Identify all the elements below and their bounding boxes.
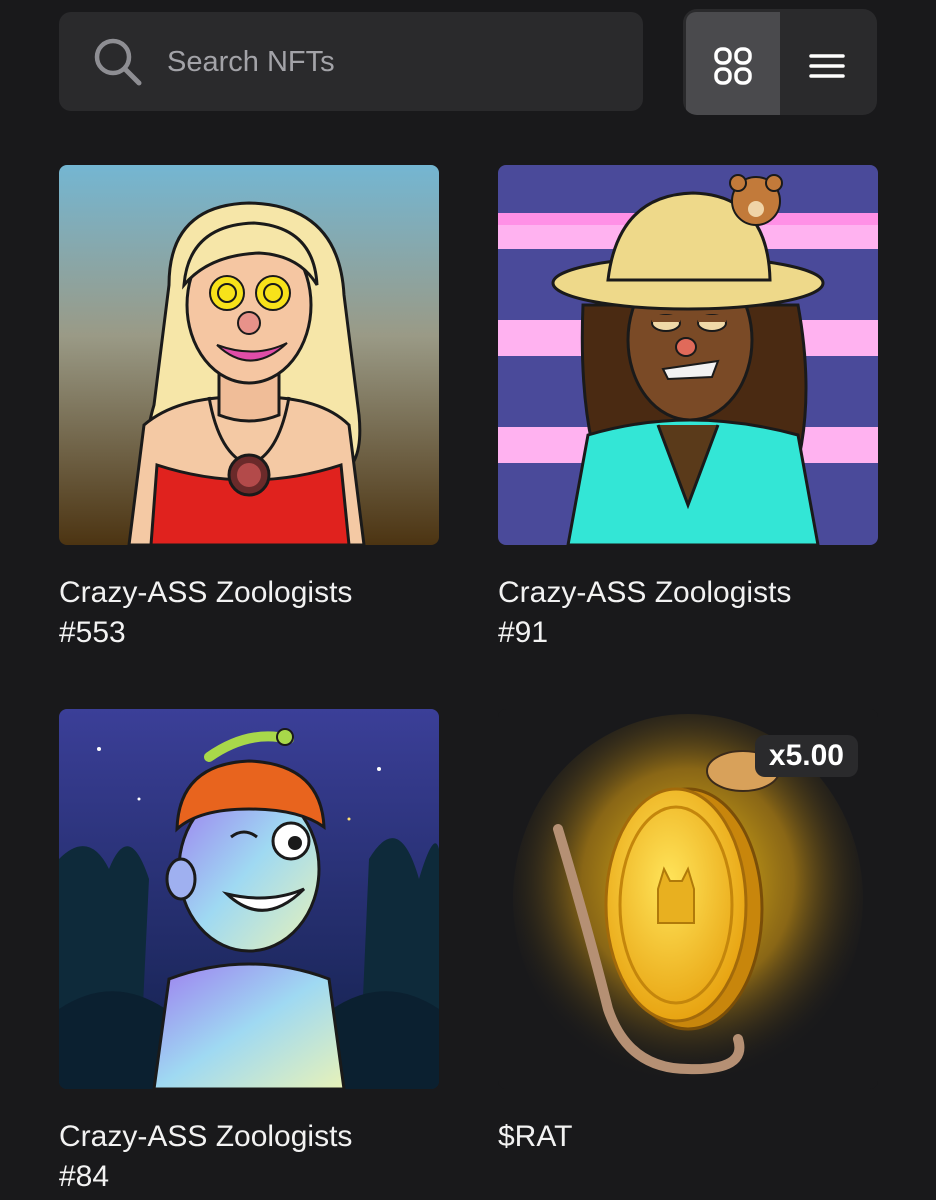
nft-number: #91 [498,616,549,649]
quantity-badge: x5.00 [754,735,858,777]
nft-number: #553 [59,616,126,649]
nft-card[interactable]: Crazy-ASS Zoologists #84 [59,709,439,1197]
nft-card[interactable]: x5.00 $RAT [498,709,878,1157]
nft-title: $RAT [498,1120,573,1153]
list-view-button[interactable] [780,12,874,115]
nft-card[interactable]: Crazy-ASS Zoologists #91 [498,165,878,653]
nft-image[interactable]: x5.00 [498,709,878,1089]
grid-view-button[interactable] [686,12,780,115]
nft-title: Crazy-ASS Zoologists [498,576,792,609]
nft-card[interactable]: Crazy-ASS Zoologists #553 [59,165,439,653]
nft-title: Crazy-ASS Zoologists [59,576,353,609]
nft-number: #84 [59,1160,110,1193]
nft-image[interactable] [59,709,439,1089]
view-toggle [683,9,877,115]
list-view-icon [809,53,845,78]
nft-title: Crazy-ASS Zoologists [59,1120,353,1153]
nft-image[interactable] [498,165,878,545]
search-icon [94,38,142,86]
search-bar[interactable] [59,12,643,111]
grid-view-icon [714,46,752,85]
search-input[interactable] [167,42,607,82]
nft-image[interactable] [59,165,439,545]
